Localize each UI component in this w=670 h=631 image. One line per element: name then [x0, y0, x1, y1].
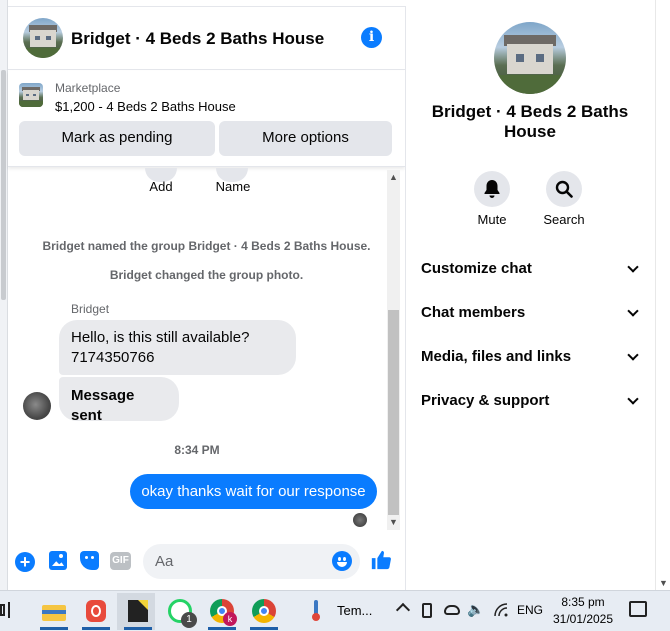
image-icon[interactable]: [49, 551, 67, 570]
outgoing-message[interactable]: okay thanks wait for our response: [130, 474, 377, 509]
section-label: Privacy & support: [421, 392, 550, 409]
listing-thumbnail[interactable]: [19, 83, 43, 107]
thumbs-up-icon[interactable]: [370, 549, 392, 571]
active-app-indicator: [208, 627, 236, 630]
wifi-icon[interactable]: [494, 603, 508, 617]
page-scrollbar[interactable]: [655, 0, 670, 590]
sticky-notes-icon[interactable]: [124, 597, 152, 625]
whatsapp-icon[interactable]: 1: [166, 597, 197, 628]
file-explorer-icon[interactable]: [40, 597, 68, 625]
marketplace-label: Marketplace: [55, 81, 121, 95]
sender-avatar[interactable]: [23, 392, 51, 420]
left-scrollbar-thumb[interactable]: [1, 70, 6, 300]
message-input[interactable]: [143, 544, 360, 579]
details-title: Bridget · 4 Beds 2 Baths House: [431, 102, 629, 141]
chevron-down-icon: [627, 349, 639, 361]
info-icon[interactable]: i: [361, 27, 382, 48]
bell-icon: [484, 180, 500, 198]
section-customize-chat[interactable]: Customize chat: [421, 260, 639, 277]
chevron-down-icon: [627, 305, 639, 317]
chevron-down-icon: [627, 261, 639, 273]
more-options-button[interactable]: More options: [219, 121, 392, 156]
clock-time[interactable]: 8:35 pm: [550, 595, 616, 609]
message-line: 7174350766: [71, 349, 155, 366]
snipping-tool-icon[interactable]: [82, 597, 110, 625]
thermometer-icon[interactable]: [312, 600, 320, 622]
section-chat-members[interactable]: Chat members: [421, 304, 639, 321]
seen-indicator-avatar: [353, 513, 367, 527]
plus-icon[interactable]: +: [15, 552, 35, 572]
scroll-down-icon[interactable]: ▼: [389, 517, 398, 527]
onedrive-cloud-icon[interactable]: [444, 605, 460, 615]
section-label: Customize chat: [421, 260, 532, 277]
section-media-files-links[interactable]: Media, files and links: [421, 348, 639, 365]
add-label[interactable]: Add: [141, 179, 181, 194]
device-icon[interactable]: [422, 603, 432, 618]
volume-icon[interactable]: 🔈: [467, 601, 484, 617]
name-label[interactable]: Name: [208, 179, 258, 194]
message-line: Hello, is this still available?: [71, 329, 250, 346]
mute-label[interactable]: Mute: [462, 212, 522, 227]
gif-icon[interactable]: GIF: [110, 552, 131, 570]
active-app-indicator: [82, 627, 110, 630]
clock-date[interactable]: 31/01/2025: [550, 612, 616, 626]
search-icon: [555, 180, 573, 198]
mark-as-pending-button[interactable]: Mark as pending: [19, 121, 215, 156]
incoming-message[interactable]: Hello, is this still available? 71743507…: [59, 320, 296, 375]
active-app-indicator: [40, 627, 68, 630]
listing-title[interactable]: $1,200 - 4 Beds 2 Baths House: [55, 99, 236, 114]
language-indicator[interactable]: ENG: [517, 603, 543, 617]
search-label[interactable]: Search: [534, 212, 594, 227]
scroll-up-icon[interactable]: ▲: [389, 172, 398, 182]
profile-badge: k: [223, 612, 237, 626]
active-app-indicator: [124, 627, 152, 630]
left-window-edge: [0, 0, 8, 590]
task-view-icon[interactable]: [0, 602, 14, 618]
mute-button[interactable]: [474, 171, 510, 207]
group-avatar-large[interactable]: [494, 22, 566, 94]
section-label: Chat members: [421, 304, 526, 321]
section-privacy-support[interactable]: Privacy & support: [421, 392, 639, 409]
group-avatar[interactable]: [23, 18, 63, 58]
notifications-icon[interactable]: [629, 601, 647, 617]
page-scroll-down-icon[interactable]: ▼: [659, 578, 668, 588]
system-message: Bridget named the group Bridget · 4 Beds…: [42, 239, 371, 253]
sender-name: Bridget: [71, 302, 110, 316]
section-label: Media, files and links: [421, 348, 572, 365]
incoming-message[interactable]: Message sent: [59, 377, 179, 424]
chat-scrollbar-thumb[interactable]: [388, 310, 399, 515]
notification-badge: 1: [181, 612, 197, 628]
chrome-icon[interactable]: k: [208, 597, 237, 626]
message-input-placeholder[interactable]: Aa: [155, 553, 173, 570]
chrome-profile-icon[interactable]: [250, 597, 278, 625]
chat-title[interactable]: Bridget · 4 Beds 2 Baths House: [71, 29, 324, 49]
active-app-indicator: [250, 627, 278, 630]
chevron-down-icon: [627, 393, 639, 405]
search-button[interactable]: [546, 171, 582, 207]
weather-label[interactable]: Tem...: [337, 603, 372, 618]
message-timestamp: 8:34 PM: [174, 443, 220, 457]
system-message: Bridget changed the group photo.: [109, 268, 304, 282]
emoji-icon[interactable]: [332, 551, 352, 571]
